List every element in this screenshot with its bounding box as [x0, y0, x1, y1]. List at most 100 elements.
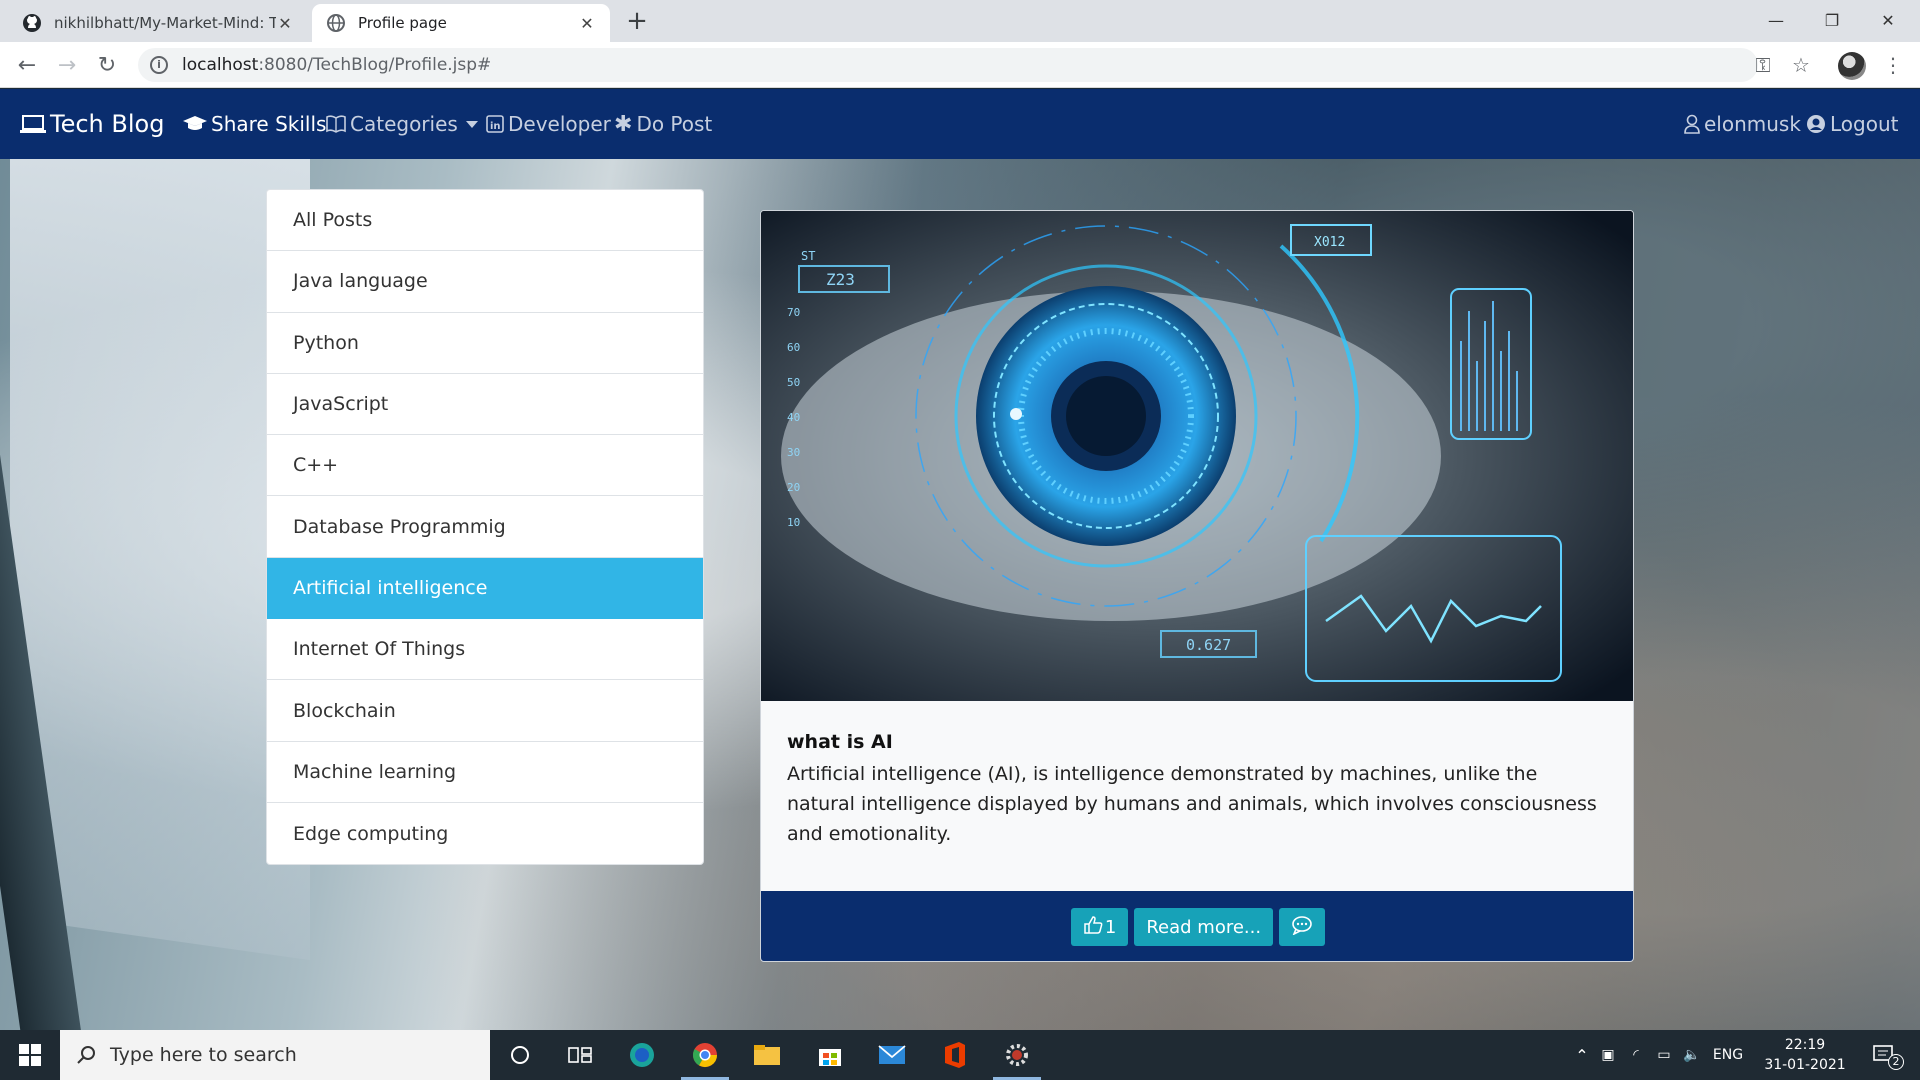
clock-time: 22:19 — [1784, 1037, 1826, 1053]
book-icon — [326, 115, 346, 133]
minimize-icon[interactable]: — — [1748, 0, 1804, 40]
svg-text:40: 40 — [787, 411, 800, 424]
meet-now-icon[interactable]: ▣ — [1594, 1047, 1622, 1063]
svg-text:ST: ST — [801, 249, 815, 263]
close-tab-icon[interactable]: ✕ — [578, 14, 596, 33]
browser-tab-bar: nikhilbhatt/My-Market-Mind: Thi ✕ Profil… — [0, 0, 1920, 42]
brand-link[interactable]: Tech Blog — [20, 89, 164, 159]
browser-toolbar: ← → ↻ i localhost:8080/TechBlog/Profile.… — [0, 42, 1920, 88]
search-icon — [77, 1046, 95, 1064]
browser-tab-github[interactable]: nikhilbhatt/My-Market-Mind: Thi ✕ — [8, 4, 308, 42]
linkedin-icon: in — [486, 115, 504, 133]
file-explorer-icon[interactable] — [737, 1030, 797, 1080]
profile-avatar[interactable] — [1838, 52, 1866, 80]
language-indicator[interactable]: ENG — [1706, 1047, 1750, 1063]
site-info-icon[interactable]: i — [150, 56, 168, 74]
page-background: Tech Blog Share Skills Categories in Dev… — [0, 89, 1920, 1030]
asterisk-icon: ✱ — [614, 111, 633, 137]
forward-arrow-icon[interactable]: → — [52, 50, 82, 80]
cortana-icon[interactable] — [490, 1030, 550, 1080]
clock[interactable]: 22:19 31-01-2021 — [1760, 1035, 1850, 1075]
volume-icon[interactable]: 🔈 — [1678, 1047, 1706, 1063]
task-view-icon[interactable] — [550, 1030, 610, 1080]
nav-share-skills[interactable]: Share Skills — [183, 89, 326, 159]
category-item-active[interactable]: Artificial intelligence — [267, 557, 703, 620]
nav-label: Developer — [508, 112, 611, 136]
taskbar-search-box[interactable]: Type here to search — [60, 1030, 490, 1080]
category-item[interactable]: JavaScript — [267, 374, 703, 436]
nav-logout[interactable]: Logout — [1806, 89, 1898, 159]
category-item[interactable]: Java language — [267, 251, 703, 313]
browser-tab-profile[interactable]: Profile page ✕ — [312, 4, 610, 42]
nav-developer[interactable]: in Developer — [486, 89, 611, 159]
category-item[interactable]: Machine learning — [267, 742, 703, 803]
star-icon[interactable]: ☆ — [1790, 54, 1812, 76]
svg-text:70: 70 — [787, 306, 800, 319]
post-image: X012 Z23 ST 70 60 50 40 30 20 10 0.627 — [761, 211, 1633, 701]
close-window-icon[interactable]: ✕ — [1860, 0, 1916, 40]
nav-label: Do Post — [636, 112, 713, 136]
category-item[interactable]: Blockchain — [267, 680, 703, 742]
category-item[interactable]: All Posts — [267, 190, 703, 252]
category-item[interactable]: Edge computing — [267, 803, 703, 864]
svg-text:X012: X012 — [1314, 235, 1345, 250]
comment-button[interactable] — [1279, 908, 1326, 946]
nav-user-profile[interactable]: elonmusk — [1684, 89, 1801, 159]
mail-icon[interactable] — [862, 1030, 922, 1080]
svg-text:30: 30 — [787, 446, 800, 459]
svg-text:0.627: 0.627 — [1186, 636, 1231, 654]
menu-dots-icon[interactable]: ⋮ — [1882, 54, 1904, 76]
like-count: 1 — [1104, 916, 1117, 938]
edge-icon[interactable] — [612, 1030, 672, 1080]
reload-icon[interactable]: ↻ — [92, 50, 122, 80]
chrome-icon[interactable] — [675, 1030, 735, 1080]
office-icon[interactable] — [925, 1030, 985, 1080]
post-card: X012 Z23 ST 70 60 50 40 30 20 10 0.627 w… — [760, 210, 1634, 962]
windows-taskbar: Type here to search ⌃ ▣ ◜ ▭ 🔈 ENG 22:19 … — [0, 1030, 1920, 1080]
like-button[interactable]: 1 — [1070, 908, 1129, 946]
store-icon[interactable] — [800, 1030, 860, 1080]
nav-label: Share Skills — [211, 112, 327, 136]
notification-count: 2 — [1888, 1054, 1904, 1070]
post-footer: 1 Read more... — [761, 891, 1633, 961]
laptop-icon — [20, 114, 46, 134]
wifi-icon[interactable]: ◜ — [1622, 1047, 1650, 1063]
post-body: what is AI Artificial intelligence (AI),… — [761, 701, 1633, 891]
notification-center[interactable]: 2 — [1868, 1030, 1908, 1080]
post-content: Artificial intelligence (AI), is intelli… — [787, 763, 1597, 845]
category-item[interactable]: C++ — [267, 435, 703, 497]
key-icon[interactable]: ⚿ — [1752, 54, 1774, 76]
chevron-up-icon[interactable]: ⌃ — [1570, 1046, 1594, 1065]
nav-label: Categories — [350, 112, 458, 136]
svg-text:20: 20 — [787, 481, 800, 494]
settings-gear-icon[interactable] — [987, 1030, 1047, 1080]
nav-do-post[interactable]: ✱ Do Post — [614, 89, 712, 159]
windows-start-button[interactable] — [0, 1030, 60, 1080]
svg-text:50: 50 — [787, 376, 800, 389]
user-circle-icon — [1806, 114, 1826, 134]
category-item[interactable]: Database Programmig — [267, 496, 703, 558]
windows-logo-icon — [19, 1044, 41, 1066]
nav-categories-dropdown[interactable]: Categories — [326, 89, 478, 159]
graduation-cap-icon — [183, 115, 207, 133]
svg-text:60: 60 — [787, 341, 800, 354]
category-item[interactable]: Python — [267, 313, 703, 374]
close-tab-icon[interactable]: ✕ — [276, 14, 294, 33]
comment-icon — [1291, 915, 1313, 940]
search-placeholder: Type here to search — [110, 1044, 297, 1066]
address-bar[interactable]: i localhost:8080/TechBlog/Profile.jsp# — [138, 48, 1758, 82]
brand-name: Tech Blog — [50, 110, 165, 138]
new-tab-button[interactable]: + — [622, 6, 652, 36]
github-icon — [23, 14, 41, 32]
tab-title: Profile page — [358, 14, 447, 32]
system-tray: ⌃ ▣ ◜ ▭ 🔈 ENG — [1570, 1030, 1750, 1080]
user-icon — [1684, 114, 1700, 134]
back-arrow-icon[interactable]: ← — [12, 50, 42, 80]
post-title: what is AI — [787, 731, 893, 753]
category-item[interactable]: Internet Of Things — [267, 619, 703, 681]
restore-icon[interactable]: ❐ — [1804, 0, 1860, 40]
tab-title: nikhilbhatt/My-Market-Mind: Thi — [54, 14, 276, 32]
read-more-button[interactable]: Read more... — [1134, 908, 1274, 946]
battery-icon[interactable]: ▭ — [1650, 1047, 1678, 1063]
clock-date: 31-01-2021 — [1764, 1057, 1846, 1073]
